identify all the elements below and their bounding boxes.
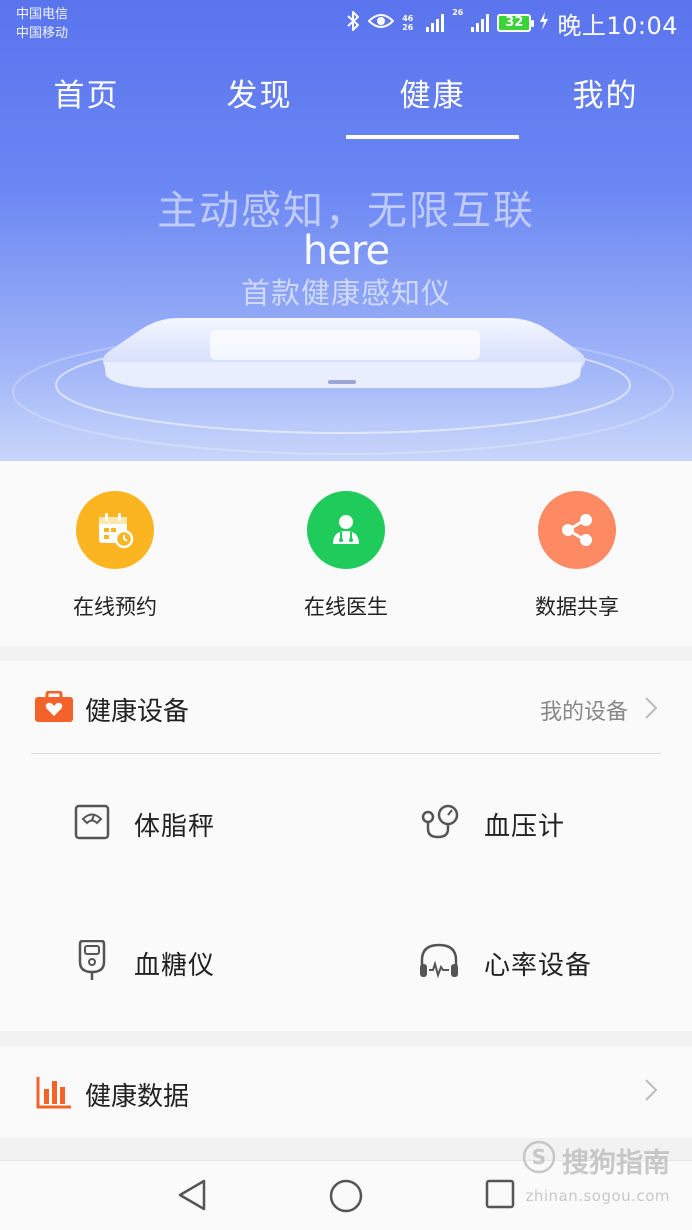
device-label: 体脂秤 [134,811,216,842]
health-data-row[interactable]: 健康数据 [0,1046,692,1138]
carrier-info: 中国电信 中国移动 [16,5,68,43]
watermark: S 搜狗指南 zhinan.sogou.com [522,1140,670,1205]
network-type-2: 26 [452,8,464,17]
device-label: 心率设备 [484,950,593,981]
eye-icon [367,12,395,34]
data-share-button[interactable]: 数据共享 [462,491,692,621]
online-doctor-button[interactable]: 在线医生 [231,491,461,621]
svg-text:S: S [532,1145,546,1169]
share-icon [538,491,616,569]
carrier-2: 中国移动 [16,26,69,41]
battery-icon: 32 [497,14,535,32]
tab-discover[interactable]: 发现 [173,70,346,115]
doctor-icon [307,491,385,569]
chevron-right-icon [644,1078,658,1106]
device-body-fat-scale[interactable]: 体脂秤 [74,799,215,849]
medical-kit-icon [34,690,74,727]
watermark-main: 搜狗指南 [562,1148,670,1179]
online-appointment-label: 在线预约 [73,595,157,619]
health-data-title: 健康数据 [85,1082,190,1112]
signal-icon-1 [426,14,445,32]
device-label: 血糖仪 [134,950,216,981]
banner-brand[interactable]: here [0,228,692,274]
home-icon[interactable] [328,1178,364,1218]
bluetooth-icon [346,10,360,36]
charging-icon [539,12,549,34]
scale-icon [74,804,110,844]
top-tabs: 首页 发现 健康 我的 [0,70,692,140]
device-label: 血压计 [484,811,566,842]
status-time: 晚上10:04 [557,11,678,40]
signal-icon-2 [471,14,490,32]
headphone-heart-rate-icon [418,942,460,984]
tab-me[interactable]: 我的 [519,70,692,115]
status-bar: 中国电信 中国移动 46 26 26 32 晚上10:04 [0,0,692,48]
bar-chart-icon [36,1075,72,1113]
data-share-label: 数据共享 [535,595,619,619]
divider [31,753,661,754]
device-glucose-meter[interactable]: 血糖仪 [74,938,215,988]
health-devices-title: 健康设备 [85,697,190,727]
online-appointment-button[interactable]: 在线预约 [0,491,230,621]
banner-device-image[interactable] [0,300,692,461]
calendar-clock-icon [76,491,154,569]
glucose-meter-icon [74,939,110,986]
header-banner: 中国电信 中国移动 46 26 26 32 晚上10:04 首页 发现 健康 我… [0,0,692,461]
device-blood-pressure-monitor[interactable]: 血压计 [418,799,565,849]
my-devices-link[interactable]: 我的设备 [540,694,628,726]
recent-apps-icon[interactable] [484,1178,516,1214]
back-icon[interactable] [176,1178,208,1216]
chevron-right-icon [644,696,658,724]
blood-pressure-icon [418,803,460,845]
sogou-logo-icon: S [522,1140,556,1181]
carrier-1: 中国电信 [16,7,69,22]
health-devices-header[interactable]: 健康设备 我的设备 [0,661,692,754]
online-doctor-label: 在线医生 [304,595,388,619]
quick-actions: 在线预约 在线医生 数据共享 [0,461,692,646]
tab-health[interactable]: 健康 [346,70,519,139]
watermark-sub: zhinan.sogou.com [525,1187,670,1205]
network-type-1: 46 26 [402,14,414,32]
health-devices-card: 健康设备 我的设备 体脂秤 血压计 血糖仪 心率设备 [0,661,692,1031]
device-heart-rate[interactable]: 心率设备 [418,938,592,988]
tab-home[interactable]: 首页 [0,70,173,115]
